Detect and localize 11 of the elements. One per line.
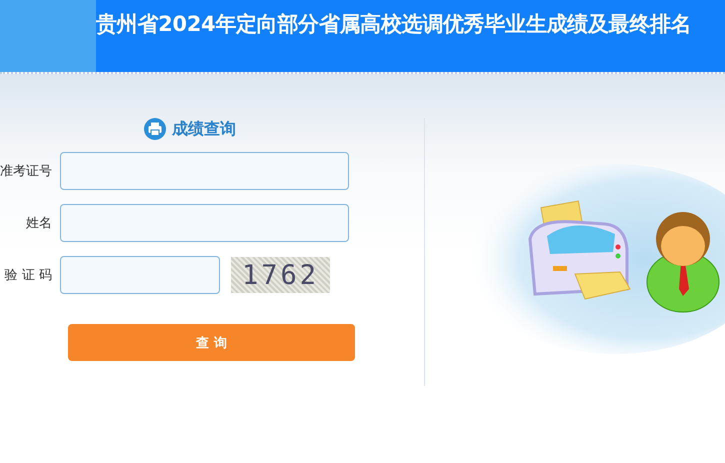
query-button[interactable]: 查 询 (68, 324, 355, 361)
field-label: 验 证 码 (4, 267, 53, 284)
field-label: 准考证号 (0, 163, 53, 180)
input-field[interactable] (60, 204, 349, 242)
field-label: 姓名 (25, 215, 53, 232)
page-title: 贵州省2024年定向部分省属高校选调优秀毕业生成绩及最终排名 (96, 11, 692, 38)
form-title: 成绩查询 (172, 118, 236, 140)
input-field[interactable] (60, 152, 349, 190)
printer-icon (144, 118, 166, 140)
captcha-image: 1762 (231, 257, 330, 293)
captcha-field[interactable] (60, 256, 220, 294)
